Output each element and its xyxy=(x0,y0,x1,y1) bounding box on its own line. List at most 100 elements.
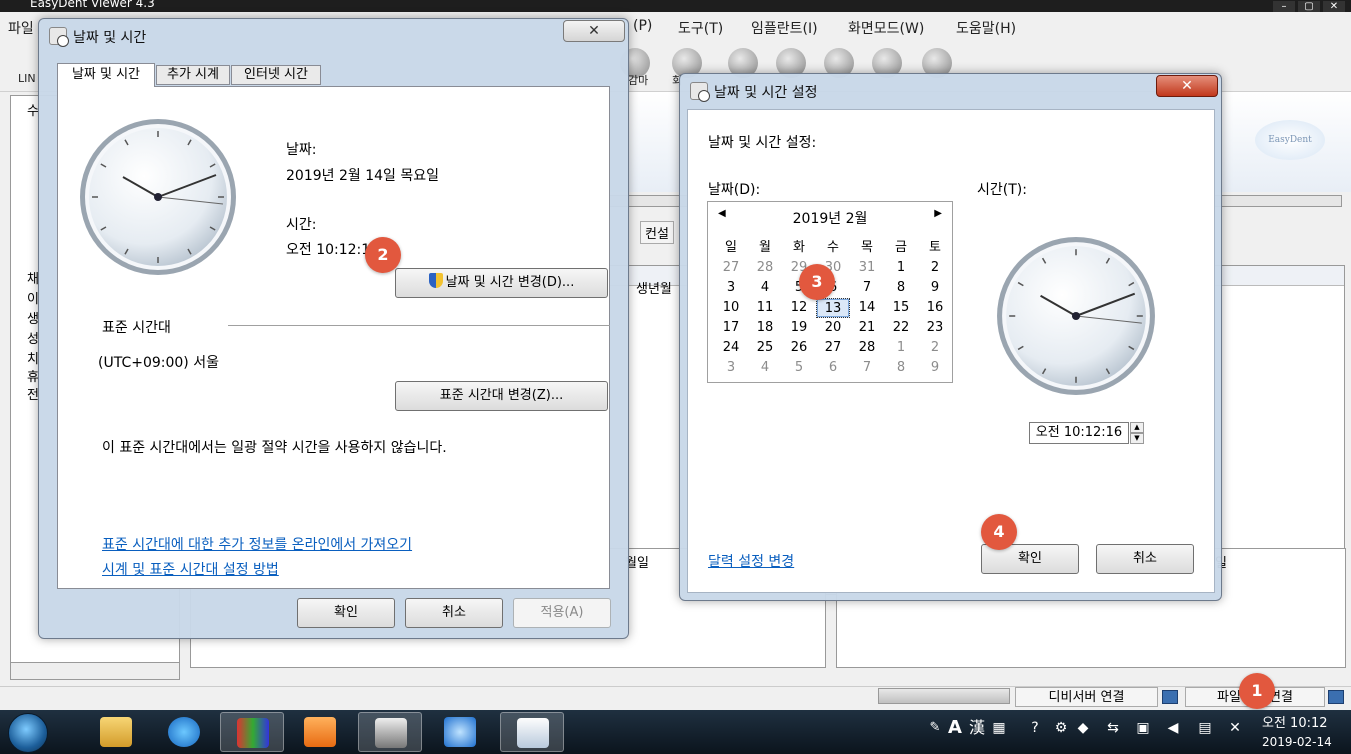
calendar-day[interactable]: 11 xyxy=(748,298,782,318)
taskbar-camera[interactable] xyxy=(358,712,422,752)
tab-additional-clocks[interactable]: 추가 시계 xyxy=(156,65,230,85)
calendar-day[interactable]: 16 xyxy=(918,298,952,318)
calendar-day[interactable]: 8 xyxy=(884,358,918,378)
calendar-day[interactable]: 3 xyxy=(714,278,748,298)
time-input[interactable]: 오전 10:12:16 xyxy=(1029,422,1129,444)
spin-up-icon[interactable]: ▲ xyxy=(1130,422,1144,433)
cancel-button[interactable]: 취소 xyxy=(405,598,503,628)
network-icon[interactable]: ▤ xyxy=(1196,718,1214,738)
calendar-day[interactable]: 7 xyxy=(850,278,884,298)
calendar-day[interactable]: 10 xyxy=(714,298,748,318)
toolbar-label-gamma: 감마 xyxy=(628,74,649,87)
status-progress-bar xyxy=(878,688,1010,704)
usb-icon[interactable]: ⇆ xyxy=(1104,718,1122,738)
settings-content-area: 날짜 및 시간 설정: 날짜(D): 시간(T): ◀ 2019년 2월 ▶ 일… xyxy=(687,109,1215,593)
calendar-day[interactable]: 27 xyxy=(714,258,748,278)
tab-consult[interactable]: 컨설 xyxy=(640,221,674,244)
calendar-day[interactable]: 1 xyxy=(884,258,918,278)
menu-screen-mode[interactable]: 화면모드(W) xyxy=(848,18,924,38)
calendar-day[interactable]: 9 xyxy=(918,278,952,298)
calendar-day[interactable]: 8 xyxy=(884,278,918,298)
datetime-dialog-title: 날짜 및 시간 xyxy=(73,30,147,46)
calendar-day[interactable]: 6 xyxy=(816,358,850,378)
left-panel-scrollbar[interactable] xyxy=(10,662,180,680)
tab-page-date-time: 날짜: 2019년 2월 14일 목요일 시간: 오전 10:12:16 날짜 … xyxy=(57,86,610,589)
taskbar-explorer[interactable] xyxy=(84,712,148,752)
monitor-icon[interactable]: ▣ xyxy=(1134,718,1152,738)
menu-p[interactable]: (P) xyxy=(633,18,652,34)
network-icon xyxy=(1328,690,1344,704)
menu-tools[interactable]: 도구(T) xyxy=(678,18,723,38)
sound-muted-icon[interactable]: ✕ xyxy=(1226,718,1244,738)
settings-icon[interactable]: ⚙ xyxy=(1052,718,1070,738)
calendar-day[interactable]: 4 xyxy=(748,358,782,378)
timezone-info-link[interactable]: 표준 시간대에 대한 추가 정보를 온라인에서 가져오기 xyxy=(102,534,412,554)
calendar-day[interactable]: 23 xyxy=(918,318,952,338)
timezone-howto-link[interactable]: 시계 및 표준 시간대 설정 방법 xyxy=(102,559,279,579)
calendar-day[interactable]: 12 xyxy=(782,298,816,318)
taskbar-easydent[interactable] xyxy=(220,712,284,752)
taskbar-media[interactable] xyxy=(288,712,352,752)
close-button[interactable]: ✕ xyxy=(563,20,625,42)
datetime-settings-dialog: 날짜 및 시간 설정 ✕ 날짜 및 시간 설정: 날짜(D): 시간(T): ◀… xyxy=(679,73,1222,601)
hanja-icon[interactable]: 漢 xyxy=(968,718,986,738)
calendar-day[interactable]: 28 xyxy=(748,258,782,278)
calendar-day[interactable]: 17 xyxy=(714,318,748,338)
calendar-day[interactable]: 1 xyxy=(884,338,918,358)
apply-button[interactable]: 적용(A) xyxy=(513,598,611,628)
taskbar-clock-time[interactable]: 오전 10:12 xyxy=(1262,712,1328,731)
calendar-day[interactable]: 22 xyxy=(884,318,918,338)
taskbar-ie[interactable] xyxy=(152,712,216,752)
calendar-day[interactable]: 24 xyxy=(714,338,748,358)
calendar-month[interactable]: 2019년 2월 xyxy=(708,208,952,228)
calendar-day[interactable]: 3 xyxy=(714,358,748,378)
calendar-day[interactable]: 7 xyxy=(850,358,884,378)
close-button[interactable]: ✕ xyxy=(1156,75,1218,97)
calendar-day[interactable]: 4 xyxy=(748,278,782,298)
change-datetime-button[interactable]: 날짜 및 시간 변경(D)... xyxy=(395,268,608,298)
tab-date-time[interactable]: 날짜 및 시간 xyxy=(57,63,155,87)
ime-mode[interactable]: A xyxy=(946,718,964,738)
calendar-day[interactable]: 9 xyxy=(918,358,952,378)
calendar-day[interactable]: 18 xyxy=(748,318,782,338)
calendar-day[interactable]: 14 xyxy=(850,298,884,318)
taskbar-teamviewer[interactable] xyxy=(428,712,492,752)
menu-implant[interactable]: 임플란트(I) xyxy=(751,18,818,38)
menu-help[interactable]: 도움말(H) xyxy=(956,18,1016,38)
taskbar-datetime[interactable] xyxy=(500,712,564,752)
calendar-day[interactable]: 5 xyxy=(782,358,816,378)
speaker-icon[interactable]: ◀ xyxy=(1164,718,1182,738)
calendar-day[interactable]: 25 xyxy=(748,338,782,358)
calendar-settings-link[interactable]: 달력 설정 변경 xyxy=(708,551,794,571)
change-timezone-button[interactable]: 표준 시간대 변경(Z)... xyxy=(395,381,608,411)
spin-down-icon[interactable]: ▼ xyxy=(1130,433,1144,444)
calendar-day-selected[interactable]: 13 xyxy=(816,298,850,318)
calendar-day[interactable]: 19 xyxy=(782,318,816,338)
ok-button[interactable]: 확인 xyxy=(297,598,395,628)
analog-clock-icon xyxy=(80,119,236,275)
folder-icon xyxy=(100,717,132,747)
calendar-clock-icon xyxy=(517,718,549,748)
divider xyxy=(228,325,610,326)
calendar-day[interactable]: 28 xyxy=(850,338,884,358)
calendar-day[interactable]: 2 xyxy=(918,258,952,278)
ime-pad-icon[interactable]: ▦ xyxy=(990,718,1008,738)
calendar-day[interactable]: 27 xyxy=(816,338,850,358)
cancel-button[interactable]: 취소 xyxy=(1096,544,1194,574)
taskbar-clock-date[interactable]: 2019-02-14 xyxy=(1262,735,1332,749)
language-icon[interactable]: ✎ xyxy=(926,718,944,738)
calendar-day[interactable]: 20 xyxy=(816,318,850,338)
calendar-day[interactable]: 21 xyxy=(850,318,884,338)
column-birthdate[interactable]: 생년월 xyxy=(636,278,672,297)
calendar-day[interactable]: 26 xyxy=(782,338,816,358)
menu-file[interactable]: 파일 xyxy=(8,18,34,38)
help-icon[interactable]: ? xyxy=(1026,718,1044,738)
calendar-day[interactable]: 2 xyxy=(918,338,952,358)
calendar-day[interactable]: 31 xyxy=(850,258,884,278)
datetime-dialog: 날짜 및 시간 ✕ 날짜 및 시간 추가 시계 인터넷 시간 날짜: 2019년… xyxy=(38,18,629,639)
next-month-icon[interactable]: ▶ xyxy=(934,208,942,219)
start-button[interactable] xyxy=(8,713,48,753)
calendar-day[interactable]: 15 xyxy=(884,298,918,318)
tab-internet-time[interactable]: 인터넷 시간 xyxy=(231,65,321,85)
security-icon[interactable]: ◆ xyxy=(1074,718,1092,738)
